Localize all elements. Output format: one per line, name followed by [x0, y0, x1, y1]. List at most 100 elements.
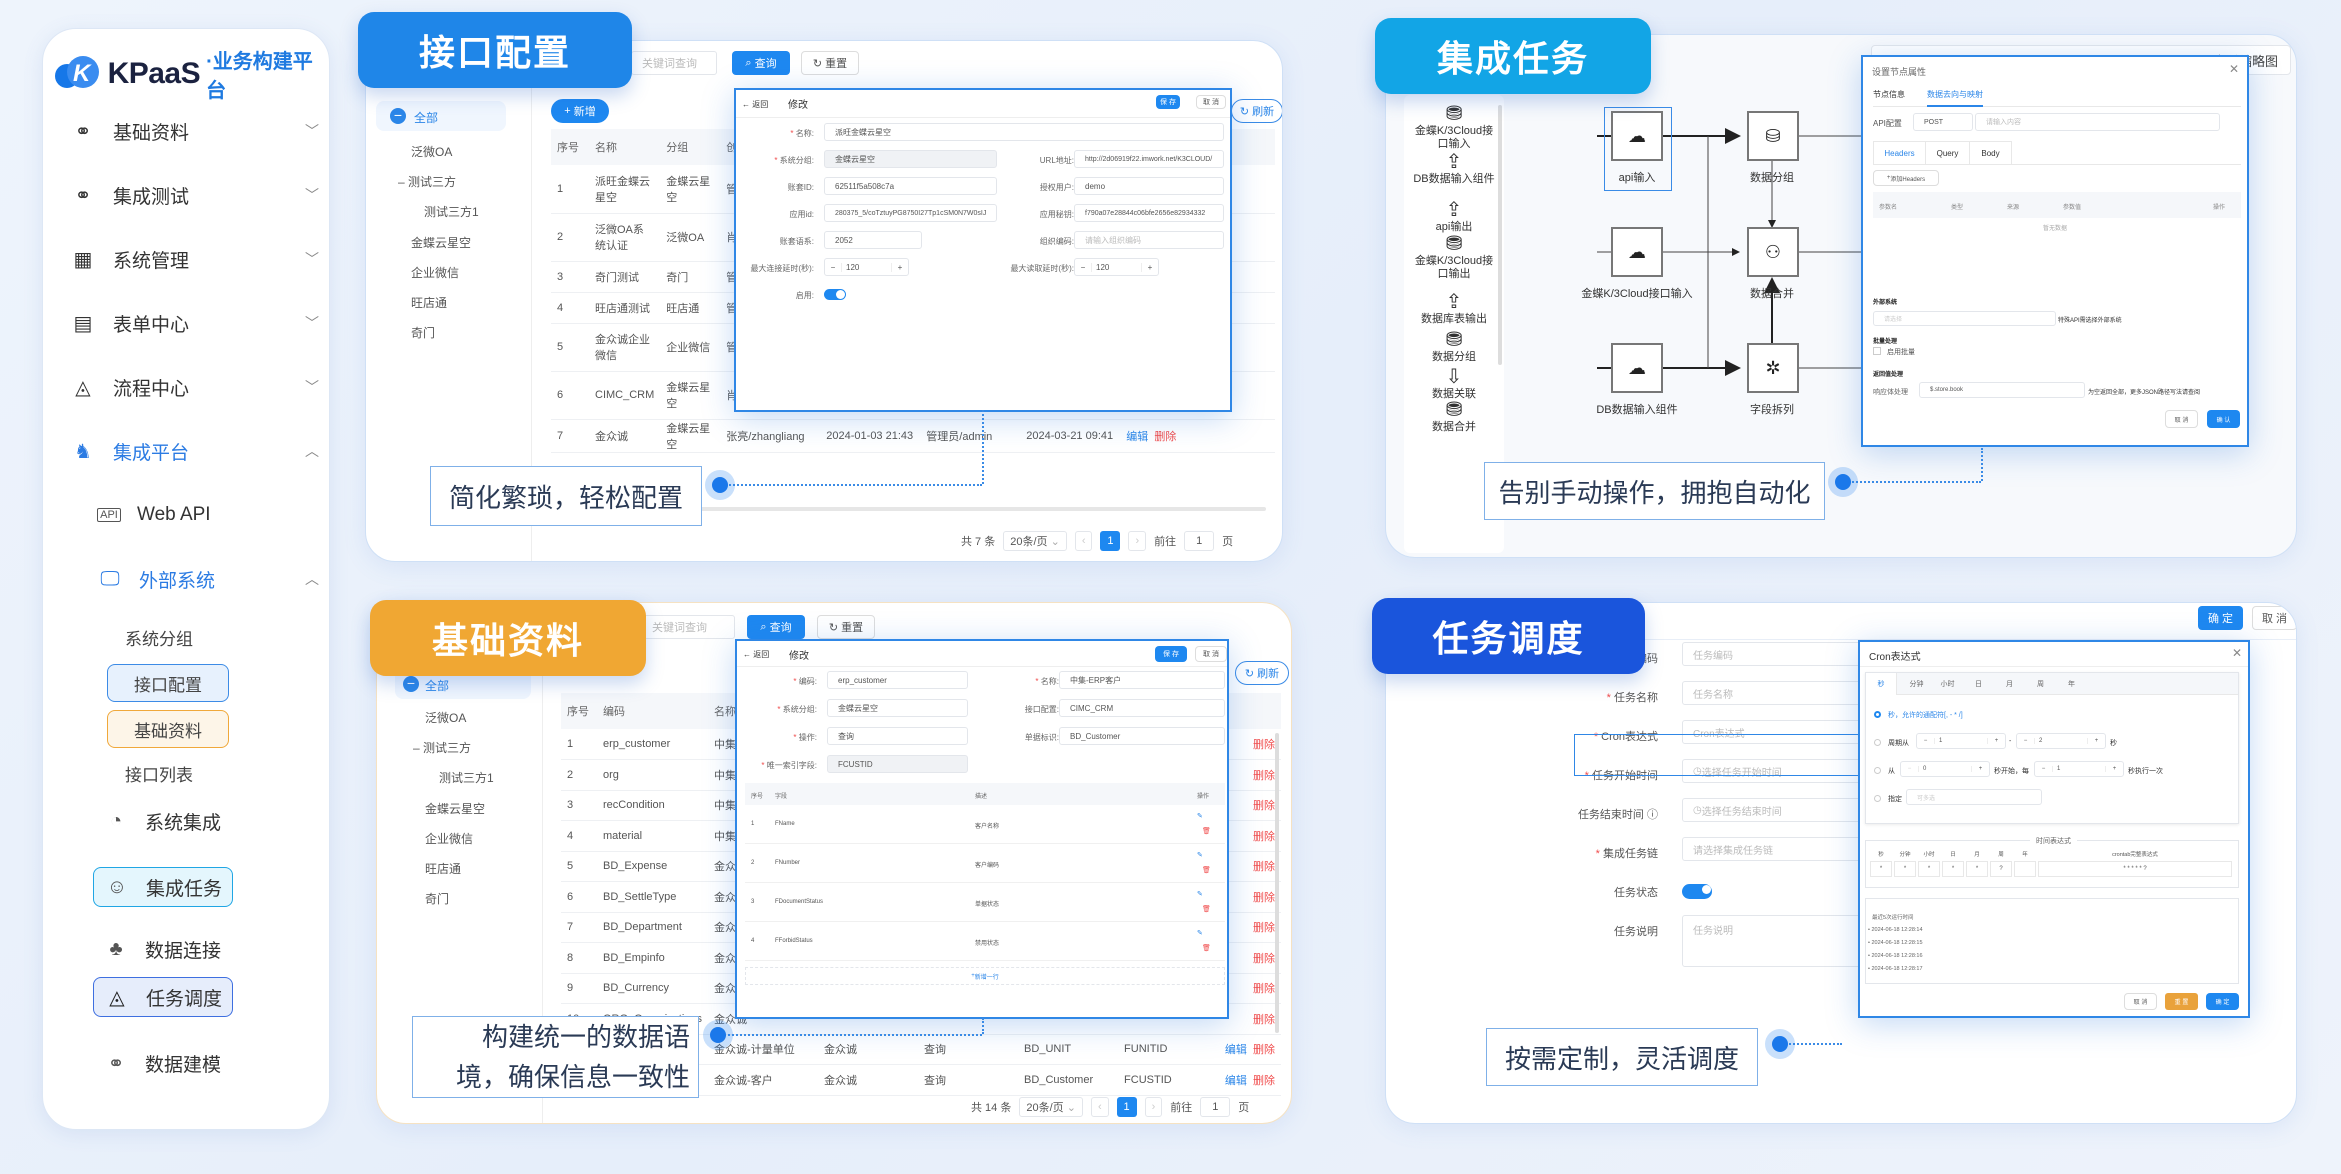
- delete-link[interactable]: 删除: [1253, 1075, 1275, 1087]
- tree-item[interactable]: 金蝶云星空: [411, 234, 471, 251]
- refresh-button[interactable]: ↻ 刷新: [1235, 661, 1289, 685]
- app-secret-field[interactable]: f790a07e28844c06bfe2656e82934332: [1074, 204, 1224, 222]
- every-stepper[interactable]: −1 +: [2034, 761, 2124, 777]
- trash-icon[interactable]: 🗑: [1202, 905, 1211, 913]
- minus-button[interactable]: −: [1917, 738, 1935, 744]
- task-status-toggle[interactable]: [1682, 884, 1712, 899]
- sidebar-item-system-management[interactable]: ▦ 系统管理 ﹀: [69, 239, 319, 279]
- delete-link[interactable]: 删除: [1253, 770, 1275, 782]
- reset-button[interactable]: 重 置: [2165, 993, 2198, 1010]
- specify-select[interactable]: 可多选: [1906, 789, 2042, 805]
- sidebar-item-web-api[interactable]: API Web API: [97, 495, 237, 535]
- period-to-stepper[interactable]: −2 +: [2016, 733, 2106, 749]
- form-id-select[interactable]: BD_Customer: [1059, 727, 1225, 745]
- system-group-select[interactable]: 金蝶云星空: [824, 150, 997, 168]
- batch-checkbox[interactable]: [1873, 347, 1881, 355]
- tab-query[interactable]: Query: [1926, 141, 1970, 165]
- tree-item[interactable]: – 测试三方: [398, 173, 456, 190]
- next-page-button[interactable]: ›: [1128, 531, 1147, 551]
- vertical-scrollbar[interactable]: [1275, 733, 1279, 1033]
- task-field-input[interactable]: 任务名称: [1682, 681, 1882, 705]
- task-field-input[interactable]: ◷ 选择任务结束时间: [1682, 798, 1882, 822]
- radio[interactable]: [1874, 739, 1881, 746]
- confirm-button[interactable]: 确 定: [2198, 606, 2243, 630]
- delete-link[interactable]: 删除: [1253, 831, 1275, 843]
- plus-button[interactable]: +: [2087, 738, 2105, 744]
- add-button[interactable]: + 新增: [551, 99, 609, 123]
- plus-button[interactable]: +: [1971, 766, 1989, 772]
- external-system-select[interactable]: 请选择: [1873, 311, 2056, 326]
- trash-icon[interactable]: 🗑: [1202, 827, 1211, 835]
- delete-link[interactable]: 删除: [1253, 800, 1275, 812]
- confirm-button[interactable]: 确 定: [2206, 993, 2239, 1010]
- tree-item[interactable]: 泛微OA: [411, 143, 452, 160]
- cron-tab[interactable]: 年: [2056, 673, 2087, 695]
- task-field-input[interactable]: 任务说明: [1682, 915, 1882, 967]
- name-field[interactable]: 中集-ERP客户: [1059, 671, 1225, 689]
- radio-selected[interactable]: [1874, 711, 1881, 718]
- prev-page-button[interactable]: ‹: [1090, 1097, 1109, 1117]
- delete-link[interactable]: 删除: [1253, 892, 1275, 904]
- org-code-field[interactable]: 请输入组织编码: [1074, 231, 1224, 249]
- flow-node-api-input[interactable]: ☁: [1611, 111, 1663, 161]
- page-size-select[interactable]: 20条/页 ⌄: [1019, 1097, 1083, 1117]
- prev-page-button[interactable]: ‹: [1074, 531, 1093, 551]
- flow-node-db-input[interactable]: ☁: [1611, 343, 1663, 393]
- conn-timeout-stepper[interactable]: −120 +: [824, 258, 909, 276]
- current-page[interactable]: 1: [1116, 1097, 1137, 1117]
- query-button[interactable]: ⌕ 查询: [747, 615, 805, 639]
- delete-link[interactable]: 删除: [1253, 983, 1275, 995]
- task-field-input[interactable]: 任务编码: [1682, 642, 1882, 666]
- search-input[interactable]: 关键词查询: [641, 615, 735, 639]
- cron-tab[interactable]: 分钟: [1901, 673, 1932, 695]
- sidebar-item-system-integration[interactable]: ◔ 系统集成: [103, 801, 243, 841]
- account-id-field[interactable]: 62511f5a508c7a: [824, 177, 997, 195]
- info-icon[interactable]: ⓘ: [1644, 809, 1658, 821]
- plus-button[interactable]: +: [1987, 738, 2005, 744]
- radio[interactable]: [1874, 795, 1881, 802]
- sidebar-item-interface-list[interactable]: 接口列表: [98, 755, 220, 791]
- tree-item[interactable]: 奇门: [411, 324, 435, 341]
- tab-headers[interactable]: Headers: [1873, 141, 1926, 165]
- sidebar-item-form-center[interactable]: ▤ 表单中心 ﹀: [69, 303, 319, 343]
- close-icon[interactable]: ✕: [2232, 646, 2242, 660]
- plus-button[interactable]: +: [891, 262, 908, 272]
- minus-button[interactable]: −: [825, 262, 842, 272]
- task-field-input[interactable]: 请选择集成任务链: [1682, 837, 1882, 861]
- tree-item[interactable]: 测试三方1: [439, 769, 494, 786]
- start-from-stepper[interactable]: −0 +: [1900, 761, 1990, 777]
- goto-page-input[interactable]: 1: [1184, 531, 1215, 551]
- flow-node-data-group[interactable]: ⛁: [1747, 111, 1799, 161]
- sidebar-item-basic-data[interactable]: ⚭ 基础资料 ﹀: [69, 111, 319, 151]
- cancel-button[interactable]: 取 消: [2252, 606, 2296, 630]
- delete-link[interactable]: 删除: [1253, 1044, 1275, 1056]
- back-button[interactable]: ← 返回: [742, 99, 768, 110]
- delete-link[interactable]: 删除: [1154, 431, 1176, 443]
- tree-item[interactable]: 泛微OA: [425, 709, 466, 726]
- delete-link[interactable]: 删除: [1253, 861, 1275, 873]
- cron-tab[interactable]: 小时: [1932, 673, 1963, 695]
- tree-item[interactable]: 旺店通: [425, 860, 461, 877]
- sidebar-item-data-modeling[interactable]: ⚭ 数据建模: [103, 1043, 243, 1083]
- auth-user-field[interactable]: demo: [1074, 177, 1224, 195]
- code-field[interactable]: erp_customer: [827, 671, 968, 689]
- sidebar-item-integration-test[interactable]: ⚭ 集成测试 ﹀: [69, 175, 319, 215]
- operation-select[interactable]: 查询: [827, 727, 968, 745]
- sidebar-item-data-connection[interactable]: ♣ 数据连接: [103, 929, 243, 969]
- edit-icon[interactable]: ✎: [1197, 890, 1203, 898]
- language-select[interactable]: 2052: [824, 231, 922, 249]
- trash-icon[interactable]: 🗑: [1202, 866, 1211, 874]
- tree-item[interactable]: 企业微信: [425, 830, 473, 847]
- tab-body[interactable]: Body: [1970, 141, 2012, 165]
- tree-item[interactable]: 奇门: [425, 890, 449, 907]
- confirm-button[interactable]: 确 认: [2207, 410, 2240, 428]
- edit-icon[interactable]: ✎: [1197, 812, 1203, 820]
- plus-button[interactable]: +: [2105, 766, 2123, 772]
- edit-icon[interactable]: ✎: [1197, 851, 1203, 859]
- cron-tab[interactable]: 秒: [1866, 673, 1897, 695]
- sidebar-item-integration-platform[interactable]: ♞ 集成平台 ︿: [69, 431, 319, 471]
- tree-item[interactable]: 测试三方1: [424, 203, 479, 220]
- search-input[interactable]: 关键词查询: [631, 51, 717, 75]
- reset-button[interactable]: ↻ 重置: [817, 615, 875, 639]
- cron-tab[interactable]: 周: [2025, 673, 2056, 695]
